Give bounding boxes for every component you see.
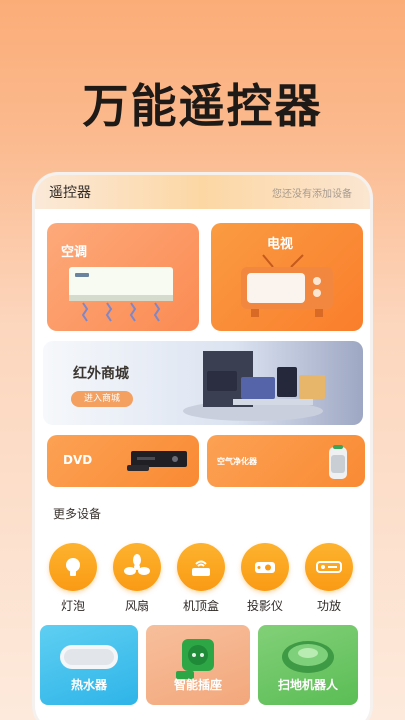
device-label: 机顶盒 (182, 599, 219, 613)
water-heater-card[interactable]: 热水器 (40, 625, 138, 705)
water-heater-label: 热水器 (70, 678, 107, 692)
no-device-hint: 您还没有添加设备 (272, 188, 352, 200)
air-purifier-card[interactable]: 空气净化器 (207, 435, 365, 487)
tv-card[interactable]: 电视 (211, 223, 363, 331)
ir-mall-banner[interactable]: 红外商城 进入商城 (43, 341, 363, 425)
robot-vacuum-card[interactable]: 扫地机器人 (258, 625, 358, 705)
device-settop-box[interactable]: 机顶盒 (173, 543, 229, 614)
air-purifier-icon (329, 445, 347, 479)
amplifier-icon (305, 543, 353, 591)
device-label: 功放 (316, 599, 341, 613)
electronics-illustration (183, 351, 325, 421)
more-devices-row: 灯泡 风扇 机顶盒 投影仪 功放 (43, 543, 363, 613)
bulb-icon (49, 543, 97, 591)
app-header: 遥控器 您还没有添加设备 (35, 175, 370, 209)
air-conditioner-icon (69, 267, 173, 322)
robot-vacuum-label: 扫地机器人 (277, 678, 338, 692)
projector-icon (241, 543, 289, 591)
device-label: 灯泡 (60, 599, 85, 613)
fan-icon (113, 543, 161, 591)
more-devices-title: 更多设备 (53, 507, 102, 521)
dvd-player-icon (127, 451, 187, 471)
phone-mockup: 遥控器 您还没有添加设备 空调 电视 红外商城 进入商城 DVD 空气净化器 更… (32, 172, 373, 720)
device-projector[interactable]: 投影仪 (237, 543, 293, 614)
device-amplifier[interactable]: 功放 (301, 543, 357, 614)
smart-socket-card[interactable]: 智能插座 (146, 625, 250, 705)
hero-title: 万能遥控器 (82, 79, 323, 133)
dvd-card[interactable]: DVD (47, 435, 199, 487)
tv-icon (241, 254, 333, 317)
app-title: 遥控器 (49, 185, 91, 201)
smart-socket-label: 智能插座 (173, 678, 222, 692)
router-icon (177, 543, 225, 591)
device-fan[interactable]: 风扇 (109, 543, 165, 614)
device-bulb[interactable]: 灯泡 (45, 543, 101, 614)
ac-card[interactable]: 空调 (47, 223, 199, 331)
device-label: 投影仪 (246, 599, 283, 613)
device-label: 风扇 (124, 599, 149, 613)
